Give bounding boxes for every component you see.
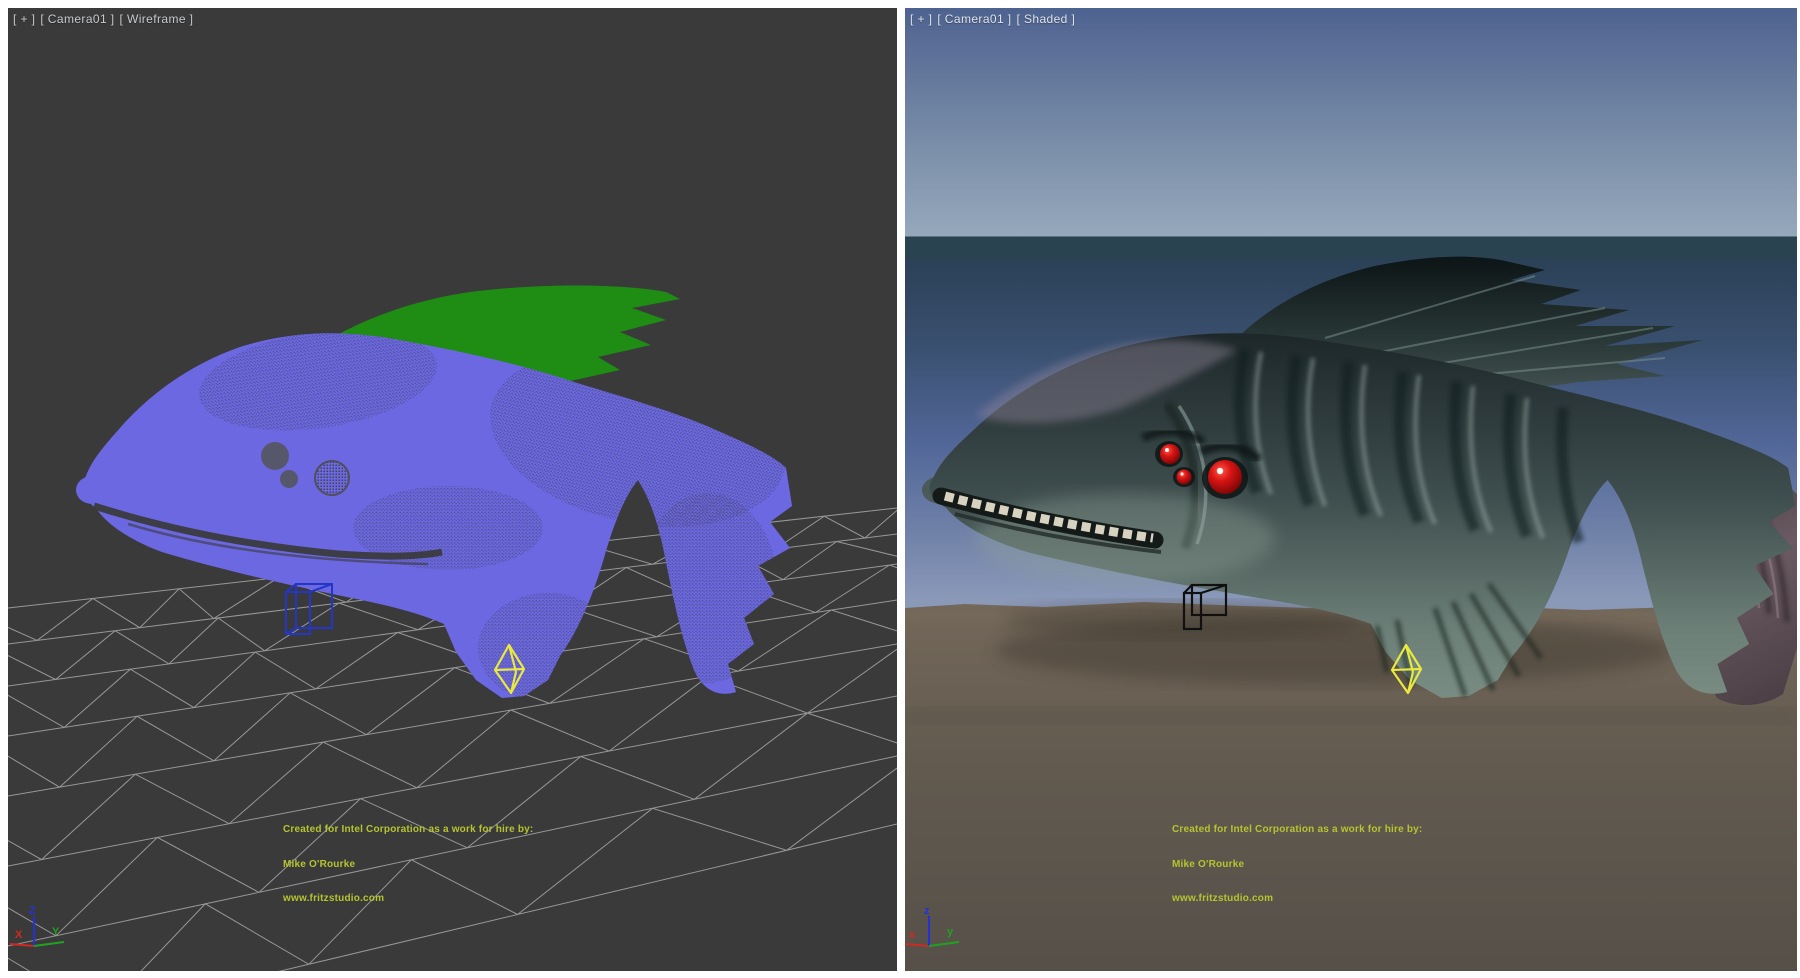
- viewport-pov-menu[interactable]: [ Camera01 ]: [40, 12, 114, 26]
- viewport-menu: [ + ] [ Camera01 ] [ Wireframe ]: [13, 12, 193, 26]
- scene-credit-text: Created for Intel Corporation as a work …: [1172, 801, 1422, 928]
- viewport-shading-menu[interactable]: [ Wireframe ]: [120, 12, 194, 26]
- fish-mesh-wireframe[interactable]: [76, 316, 802, 703]
- world-axis-gizmo: X Z Y: [8, 904, 88, 964]
- fish-eye-wireframe: [315, 461, 349, 495]
- axis-z-label: Z: [29, 905, 36, 917]
- viewport-shading-menu[interactable]: [ Shaded ]: [1017, 12, 1076, 26]
- axis-z-label: z: [924, 905, 930, 917]
- viewport-menu: [ + ] [ Camera01 ] [ Shaded ]: [910, 12, 1075, 26]
- viewport-wireframe[interactable]: [ + ] [ Camera01 ] [ Wireframe ]: [8, 8, 897, 971]
- axis-y-label: y: [947, 926, 954, 938]
- fish-eye-wireframe: [280, 470, 298, 488]
- viewport-general-menu[interactable]: [ + ]: [910, 12, 932, 26]
- world-axis-gizmo: x z y: [905, 904, 985, 964]
- axis-x-label: x: [909, 929, 916, 941]
- viewport-shaded[interactable]: [ + ] [ Camera01 ] [ Shaded ]: [905, 8, 1797, 971]
- fish-eye-wireframe: [261, 442, 289, 470]
- viewport-pov-menu[interactable]: [ Camera01 ]: [937, 12, 1011, 26]
- viewport-general-menu[interactable]: [ + ]: [13, 12, 35, 26]
- scene-credit-text: Created for Intel Corporation as a work …: [283, 801, 533, 928]
- axis-y-label: Y: [52, 926, 60, 938]
- axis-x-label: X: [15, 929, 23, 941]
